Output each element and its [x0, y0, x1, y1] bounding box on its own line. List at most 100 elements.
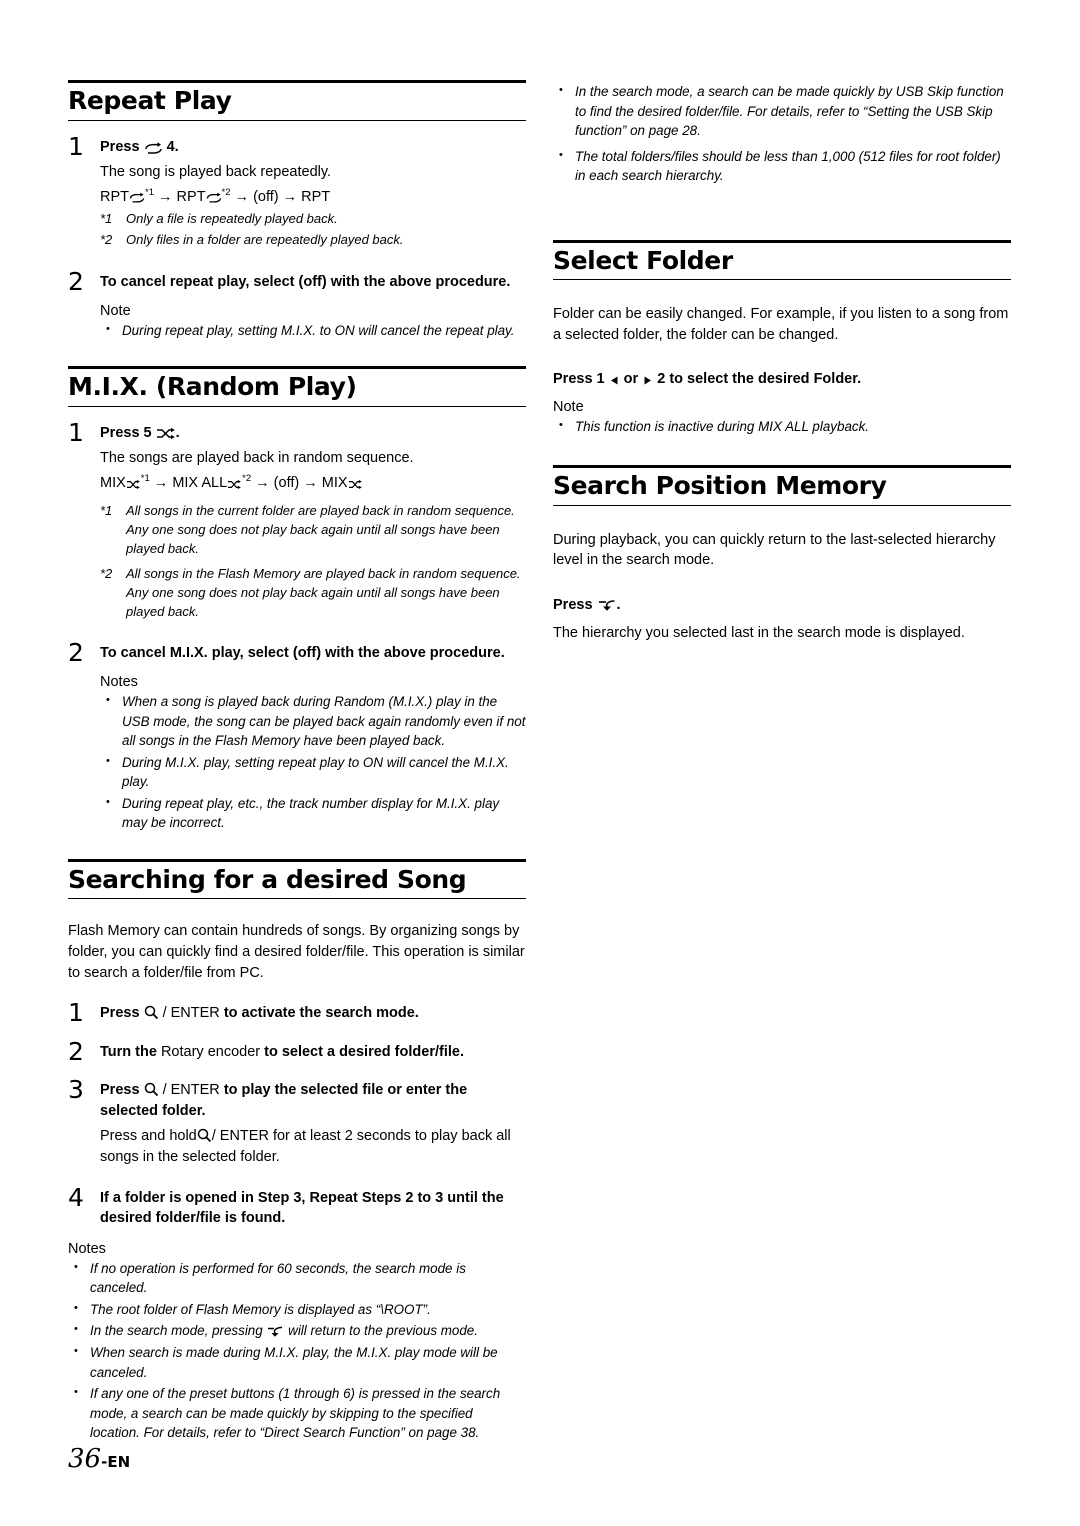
section-repeat-play: Repeat Play 1 Press 4. The song is playe… — [68, 80, 526, 340]
step-title: Press / ENTER to activate the search mod… — [100, 1003, 526, 1024]
repeat-one-icon — [129, 191, 145, 204]
list-item: If any one of the preset buttons (1 thro… — [68, 1384, 526, 1443]
list-item: If no operation is performed for 60 seco… — [68, 1259, 526, 1298]
step-number: 4 — [68, 1182, 84, 1212]
seq-sup-1: *1 — [145, 186, 154, 198]
page-title-search-position-memory: Search Position Memory — [553, 471, 887, 501]
press-post: 2 to select the desired Folder. — [657, 371, 862, 388]
triangle-left-icon — [609, 375, 620, 386]
step-number: 2 — [68, 266, 84, 296]
step-title: To cancel repeat play, select (off) with… — [100, 273, 511, 290]
footnote-mark: *1 — [100, 211, 113, 227]
seq-sup-2: *2 — [242, 472, 252, 484]
footnote-1: *1 All songs in the current folder are p… — [100, 502, 526, 559]
footnote-1: *1 Only a file is repeatedly played back… — [100, 210, 526, 229]
step-title-mid: Rotary encoder — [160, 1043, 261, 1060]
seq-tail: → (off) → MIX — [251, 474, 348, 491]
shuffle-icon — [156, 427, 176, 440]
note-list: If no operation is performed for 60 seco… — [68, 1259, 526, 1443]
heading-rule-top — [553, 465, 1011, 469]
seq-mid: → MIX ALL — [149, 474, 228, 491]
press-pre: Press — [553, 596, 593, 613]
step-search-3: 3 Press / ENTER to play the selected fil… — [68, 1075, 526, 1167]
press-pre: Press 1 — [553, 371, 605, 388]
step-mix-1: 1 Press 5 . The songs are played back in… — [68, 418, 526, 622]
magnifier-icon — [144, 1082, 159, 1097]
list-item: The root folder of Flash Memory is displ… — [68, 1300, 526, 1320]
step-title: Turn the Rotary encoder to select a desi… — [100, 1042, 526, 1063]
step-title-pre: Press 5 — [100, 424, 152, 441]
heading-rule-top — [68, 366, 526, 370]
step-number: 1 — [68, 417, 84, 447]
step-body: The songs are played back in random sequ… — [100, 450, 414, 467]
seq-mix-1: MIX — [100, 474, 126, 491]
page-footer: 36-EN — [68, 1444, 130, 1474]
heading-rule-bottom — [68, 119, 526, 121]
section-select-folder: Select Folder Folder can be easily chang… — [553, 239, 1011, 437]
footnote-mark: *2 — [100, 232, 113, 248]
sequence-repeat: RPT *1 → RPT *2 → (off) → RPT — [100, 186, 526, 209]
press-post: . — [616, 596, 621, 613]
step-title-post: to activate the search mode. — [223, 1005, 419, 1022]
page-title-repeat-play: Repeat Play — [68, 86, 232, 115]
spm-body: During playback, you can quickly return … — [553, 531, 996, 569]
press-instruction: Press . — [553, 597, 1011, 613]
list-item: This function is inactive during MIX ALL… — [553, 417, 1011, 437]
shuffle-small-icon — [126, 479, 141, 490]
section-searching: Searching for a desired Song Flash Memor… — [68, 858, 526, 1443]
step-body: The song is played back repeatedly. — [100, 164, 332, 181]
note-list: During repeat play, setting M.I.X. to ON… — [100, 321, 526, 341]
select-folder-body: Folder can be easily changed. For exampl… — [553, 306, 1009, 343]
seq-sup-2: *2 — [221, 186, 231, 198]
list-item: During repeat play, etc., the track numb… — [100, 794, 526, 833]
heading-rule-top — [68, 858, 526, 862]
section-mix-random-play: M.I.X. (Random Play) 1 Press 5 . The son… — [68, 366, 526, 833]
step-search-2: 2 Turn the Rotary encoder to select a de… — [68, 1037, 526, 1066]
step-title-post: to select a desired folder/file. — [264, 1043, 464, 1060]
step-repeat-1: 1 Press 4. The song is played back repea… — [68, 132, 526, 250]
heading-rule-bottom — [553, 504, 1011, 506]
note-label: Note — [553, 399, 584, 416]
seq-sup-1: *1 — [140, 472, 150, 484]
heading-rule-bottom — [68, 898, 526, 900]
footnote-text: All songs in the current folder are play… — [126, 503, 515, 556]
list-item: In the search mode, a search can be made… — [553, 82, 1011, 141]
repeat-folder-icon — [206, 191, 222, 204]
step-number: 1 — [68, 998, 84, 1028]
step-number: 1 — [68, 131, 84, 161]
shuffle-small-icon-2 — [227, 479, 242, 490]
intro-paragraph: Flash Memory can contain hundreds of son… — [68, 923, 525, 981]
footnote-mark: *2 — [100, 565, 113, 581]
step-repeat-2: 2 To cancel repeat play, select (off) wi… — [68, 267, 526, 341]
note-text-pre: In the search mode, pressing — [90, 1323, 263, 1339]
return-icon — [597, 598, 617, 612]
step-search-4: 4 If a folder is opened in Step 3, Repea… — [68, 1183, 526, 1229]
step-body-pre: Press and hold — [100, 1128, 197, 1145]
left-column: Repeat Play 1 Press 4. The song is playe… — [68, 80, 526, 1443]
shuffle-small-icon-3 — [348, 479, 363, 490]
footnote-text: All songs in the Flash Memory are played… — [126, 565, 521, 619]
step-mix-2: 2 To cancel M.I.X. play, select (off) wi… — [68, 638, 526, 833]
step-title-mid: / ENTER — [162, 1082, 220, 1099]
step-body-mid: / ENTER — [211, 1128, 269, 1145]
right-column: In the search mode, a search can be made… — [553, 80, 1011, 643]
heading-rule-top — [553, 239, 1011, 243]
return-icon — [266, 1325, 284, 1338]
page-number: 36 — [68, 1444, 102, 1474]
seq-rpt-1: RPT — [100, 188, 129, 205]
repeat-icon — [144, 140, 163, 154]
page-title-searching: Searching for a desired Song — [68, 864, 467, 894]
step-number: 2 — [68, 638, 84, 668]
footnote-2: *2 Only files in a folder are repeatedly… — [100, 231, 526, 250]
step-title: Press 4. — [100, 137, 526, 158]
step-title: Press / ENTER to play the selected file … — [100, 1080, 526, 1121]
step-title-pre: Press — [100, 138, 140, 155]
footnote-2: *2 All songs in the Flash Memory are pla… — [100, 565, 526, 622]
triangle-right-icon — [642, 375, 653, 386]
step-title: If a folder is opened in Step 3, Repeat … — [100, 1189, 504, 1227]
notes-label: Notes — [100, 673, 138, 690]
section-search-position-memory: Search Position Memory During playback, … — [553, 465, 1011, 643]
magnifier-icon — [197, 1128, 212, 1143]
seq-tail: → (off) → RPT — [230, 188, 331, 205]
seq-rpt-2: RPT — [176, 188, 206, 205]
